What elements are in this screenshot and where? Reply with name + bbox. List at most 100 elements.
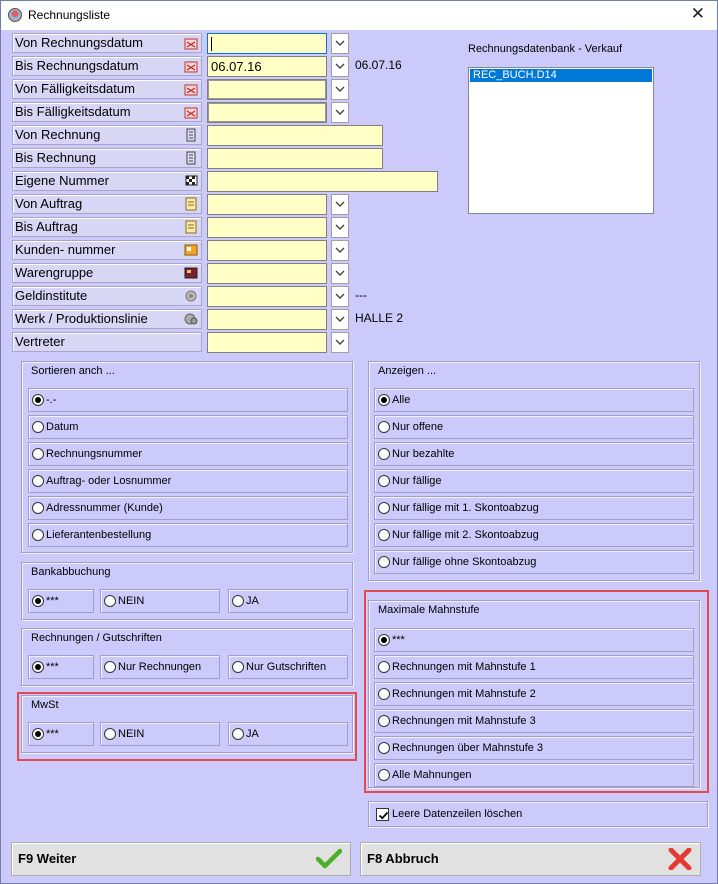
database-list[interactable]: REC_BUCH.D14 [468, 67, 654, 214]
invoices-option-1[interactable]: Nur Rechnungen [100, 655, 220, 679]
bank-option-1[interactable]: NEIN [100, 589, 220, 613]
radio-button[interactable] [32, 421, 44, 433]
invoices-option-label: Nur Rechnungen [118, 661, 202, 673]
filter-6-label[interactable]: Eigene Nummer [12, 171, 202, 191]
text-caret [211, 37, 212, 51]
show-option-3[interactable]: Nur fällige [374, 469, 694, 493]
filter-11-dropdown-button[interactable] [331, 286, 349, 307]
filter-11-input[interactable] [207, 286, 327, 307]
radio-button[interactable] [32, 529, 44, 541]
continue-button[interactable]: F9 Weiter [11, 842, 351, 876]
filter-10-dropdown-button[interactable] [331, 263, 349, 284]
clear-empty-checkbox[interactable] [376, 808, 389, 821]
filter-3-label-text: Bis Fälligkeitsdatum [15, 104, 131, 119]
filter-3-dropdown-button[interactable] [331, 102, 349, 123]
filter-10-label[interactable]: Warengruppe [12, 263, 202, 283]
filter-7-dropdown-button[interactable] [331, 194, 349, 215]
calendar-icon [184, 36, 198, 50]
invoices-option-0[interactable]: *** [28, 655, 94, 679]
filter-2-label[interactable]: Von Fälligkeitsdatum [12, 79, 202, 99]
filter-6-input[interactable] [207, 171, 438, 192]
show-option-5[interactable]: Nur fällige mit 2. Skontoabzug [374, 523, 694, 547]
sort-option-1[interactable]: Datum [28, 415, 348, 439]
bank-option-2[interactable]: JA [228, 589, 348, 613]
show-option-label: Nur fällige mit 1. Skontoabzug [392, 502, 539, 514]
app-icon [8, 8, 22, 22]
radio-button[interactable] [32, 595, 44, 607]
radio-button[interactable] [378, 394, 390, 406]
radio-button[interactable] [32, 502, 44, 514]
filter-1-label[interactable]: Bis Rechnungsdatum [12, 56, 202, 76]
red-x-icon [668, 847, 692, 882]
radio-button[interactable] [378, 502, 390, 514]
vat-highlight [17, 692, 357, 761]
show-option-label: Nur fällige [392, 475, 442, 487]
sort-option-4[interactable]: Adressnummer (Kunde) [28, 496, 348, 520]
filter-13-input[interactable] [207, 332, 327, 353]
invoices-option-2[interactable]: Nur Gutschriften [228, 655, 348, 679]
filter-0-dropdown-button[interactable] [331, 33, 349, 54]
sort-option-label: Lieferantenbestellung [46, 529, 152, 541]
show-option-0[interactable]: Alle [374, 388, 694, 412]
filter-4-input[interactable] [207, 125, 383, 146]
radio-button[interactable] [378, 421, 390, 433]
geldinstitute-hint: --- [355, 288, 367, 302]
radio-button[interactable] [378, 448, 390, 460]
filter-8-dropdown-button[interactable] [331, 217, 349, 238]
filter-0-label[interactable]: Von Rechnungsdatum [12, 33, 202, 53]
radio-button[interactable] [104, 661, 116, 673]
filter-9-input[interactable] [207, 240, 327, 261]
filter-13-label[interactable]: Vertreter [12, 332, 202, 352]
filter-11-label-text: Geldinstitute [15, 288, 88, 303]
sort-option-0[interactable]: -.- [28, 388, 348, 412]
cancel-button[interactable]: F8 Abbruch [360, 842, 701, 876]
filter-1-dropdown-button[interactable] [331, 56, 349, 77]
sort-option-2[interactable]: Rechnungsnummer [28, 442, 348, 466]
filter-12-label[interactable]: Werk / Produktionslinie [12, 309, 202, 329]
order-icon [184, 220, 198, 234]
filter-13-dropdown-button[interactable] [331, 332, 349, 353]
filter-7-input[interactable] [207, 194, 327, 215]
filter-2-dropdown-button[interactable] [331, 79, 349, 100]
dialog-window: Rechnungsliste ✕ Von Rechnungsdatum Bis R… [0, 0, 718, 884]
filter-12-dropdown-button[interactable] [331, 309, 349, 330]
filter-0-input[interactable] [207, 33, 327, 54]
radio-button[interactable] [32, 475, 44, 487]
calendar-icon [184, 82, 198, 96]
database-list-item[interactable]: REC_BUCH.D14 [470, 69, 652, 82]
show-option-2[interactable]: Nur bezahlte [374, 442, 694, 466]
radio-button[interactable] [378, 529, 390, 541]
filter-7-label[interactable]: Von Auftrag [12, 194, 202, 214]
bank-option-0[interactable]: *** [28, 589, 94, 613]
filter-9-label[interactable]: Kunden- nummer [12, 240, 202, 260]
show-option-1[interactable]: Nur offene [374, 415, 694, 439]
filter-4-label[interactable]: Von Rechnung [12, 125, 202, 145]
filter-8-label[interactable]: Bis Auftrag [12, 217, 202, 237]
sort-option-label: Rechnungsnummer [46, 448, 142, 460]
radio-button[interactable] [232, 661, 244, 673]
filter-1-input[interactable]: 06.07.16 [207, 56, 327, 77]
show-option-4[interactable]: Nur fällige mit 1. Skontoabzug [374, 496, 694, 520]
filter-5-input[interactable] [207, 148, 383, 169]
sort-option-3[interactable]: Auftrag- oder Losnummer [28, 469, 348, 493]
order-icon [184, 197, 198, 211]
radio-button[interactable] [378, 556, 390, 568]
show-option-6[interactable]: Nur fällige ohne Skontoabzug [374, 550, 694, 574]
filter-3-input[interactable] [207, 102, 327, 123]
radio-button[interactable] [232, 595, 244, 607]
filter-8-input[interactable] [207, 217, 327, 238]
filter-5-label[interactable]: Bis Rechnung [12, 148, 202, 168]
filter-2-input[interactable] [207, 79, 327, 100]
radio-button[interactable] [104, 595, 116, 607]
filter-11-label[interactable]: Geldinstitute [12, 286, 202, 306]
filter-10-input[interactable] [207, 263, 327, 284]
close-button[interactable]: ✕ [691, 5, 705, 22]
radio-button[interactable] [32, 448, 44, 460]
radio-button[interactable] [32, 394, 44, 406]
radio-button[interactable] [378, 475, 390, 487]
filter-3-label[interactable]: Bis Fälligkeitsdatum [12, 102, 202, 122]
sort-option-5[interactable]: Lieferantenbestellung [28, 523, 348, 547]
radio-button[interactable] [32, 661, 44, 673]
filter-12-input[interactable] [207, 309, 327, 330]
filter-9-dropdown-button[interactable] [331, 240, 349, 261]
